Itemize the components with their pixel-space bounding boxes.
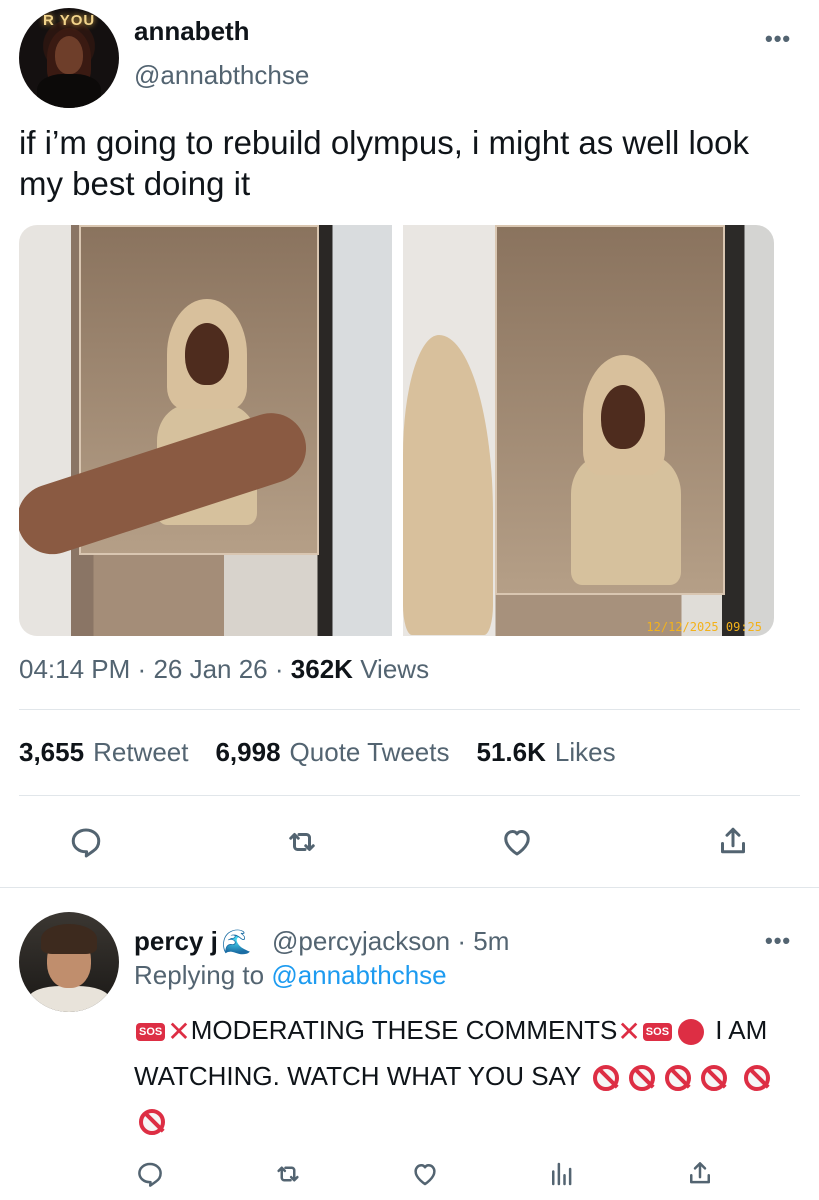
- avatar-body: [37, 74, 101, 108]
- reply-more-options-icon[interactable]: •••: [765, 928, 791, 954]
- retweet-icon: [277, 1166, 299, 1182]
- reply-text-part-1: MODERATING THESE COMMENTS: [190, 1015, 618, 1045]
- reply-views-button[interactable]: [542, 1154, 582, 1194]
- tweet-stats: 3,655 Retweet 6,998 Quote Tweets 51.6K Like…: [19, 737, 616, 768]
- retweet-icon: [289, 833, 315, 851]
- tweet-date[interactable]: 26 Jan 26: [153, 654, 267, 684]
- stat-count: 6,998: [215, 737, 281, 767]
- like-button[interactable]: [497, 822, 537, 862]
- reply-like-button[interactable]: [405, 1154, 445, 1194]
- reply-share-button[interactable]: [680, 1154, 720, 1194]
- reply-icon: [71, 828, 101, 858]
- foreground-hood: [403, 335, 493, 635]
- reply-button[interactable]: [66, 822, 106, 862]
- share-button[interactable]: [713, 822, 753, 862]
- tweet-meta: 04:14 PM · 26 Jan 26 · 362K Views: [19, 654, 429, 685]
- avatar-shirt: [29, 986, 109, 1012]
- replying-to: Replying to @annabthchse: [134, 960, 447, 991]
- reply-text: SOS ✕MODERATING THESE COMMENTS✕ SOS I AM W…: [134, 1008, 784, 1142]
- meta-separator: ·: [137, 654, 147, 684]
- avatar-face: [55, 36, 83, 74]
- share-icon: [690, 1162, 710, 1184]
- wave-emoji: 🌊: [221, 929, 252, 956]
- figure-face: [601, 385, 645, 449]
- divider: [19, 709, 800, 710]
- tweet-media[interactable]: 12/12/2025 09:25: [19, 225, 774, 636]
- reply-author-avatar[interactable]: [19, 912, 119, 1012]
- reply-reply-button[interactable]: [130, 1154, 170, 1194]
- replying-to-handle[interactable]: @annabthchse: [271, 960, 446, 990]
- stat-likes[interactable]: 51.6K Likes: [477, 737, 616, 768]
- no-littering-icon: [629, 1065, 656, 1092]
- tweet-text: if i’m going to rebuild olympus, i might…: [19, 124, 749, 202]
- retweet-button[interactable]: [282, 822, 322, 862]
- avatar-hair: [41, 924, 97, 954]
- like-icon: [414, 1164, 436, 1186]
- divider: [0, 887, 819, 888]
- stat-label: Quote Tweets: [289, 737, 450, 767]
- reply-retweet-button[interactable]: [268, 1154, 308, 1194]
- sos-icon: SOS: [136, 1023, 166, 1042]
- stat-label: Likes: [554, 737, 616, 767]
- sos-icon: SOS: [642, 1023, 673, 1042]
- tweet-photo-1[interactable]: [19, 225, 392, 636]
- cross-mark-icon: ✕: [617, 1016, 641, 1048]
- replying-to-prefix: Replying to: [134, 960, 265, 990]
- tweet-time[interactable]: 04:14 PM: [19, 654, 130, 684]
- stat-count: 3,655: [19, 737, 85, 767]
- meta-separator: ·: [457, 926, 467, 956]
- reply-handle-text: @percyjackson: [272, 926, 451, 956]
- cross-mark-icon: ✕: [167, 1016, 191, 1048]
- tweet-photo-2[interactable]: 12/12/2025 09:25: [403, 225, 774, 636]
- reply-display-name: percy j: [134, 926, 218, 956]
- figure-face: [185, 323, 229, 385]
- reply-author-handle[interactable]: @percyjackson · 5m: [272, 926, 509, 957]
- no-bicycles-icon: [593, 1065, 620, 1092]
- stat-label: Retweet: [93, 737, 189, 767]
- reply-author-name[interactable]: percy j 🌊: [134, 926, 252, 957]
- stat-quote-tweets[interactable]: 6,998 Quote Tweets: [215, 737, 449, 768]
- no-mobile-phones-icon: [701, 1065, 728, 1092]
- like-icon: [504, 830, 530, 856]
- more-options-icon[interactable]: •••: [765, 26, 791, 52]
- share-icon: [721, 827, 745, 854]
- stat-retweets[interactable]: 3,655 Retweet: [19, 737, 188, 768]
- author-avatar[interactable]: R YOU: [19, 8, 119, 108]
- views-icon: [552, 1162, 572, 1186]
- views-label: Views: [360, 654, 430, 684]
- no-pedestrians-icon: [139, 1109, 165, 1136]
- reply-icon: [138, 1162, 162, 1187]
- views-count: 362K: [290, 654, 353, 684]
- no-smoking-icon: [665, 1065, 692, 1092]
- avatar-neon-sign: R YOU: [43, 12, 96, 29]
- author-handle[interactable]: @annabthchse: [134, 60, 309, 91]
- stop-sign-icon: [678, 1019, 705, 1046]
- meta-separator: ·: [274, 654, 284, 684]
- photo-date-stamp: 12/12/2025 09:25: [646, 620, 762, 634]
- author-display-name[interactable]: annabeth: [134, 16, 250, 47]
- no-entry-icon: [744, 1065, 771, 1092]
- stat-count: 51.6K: [476, 737, 546, 767]
- divider: [19, 795, 800, 796]
- reply-time[interactable]: 5m: [473, 926, 509, 956]
